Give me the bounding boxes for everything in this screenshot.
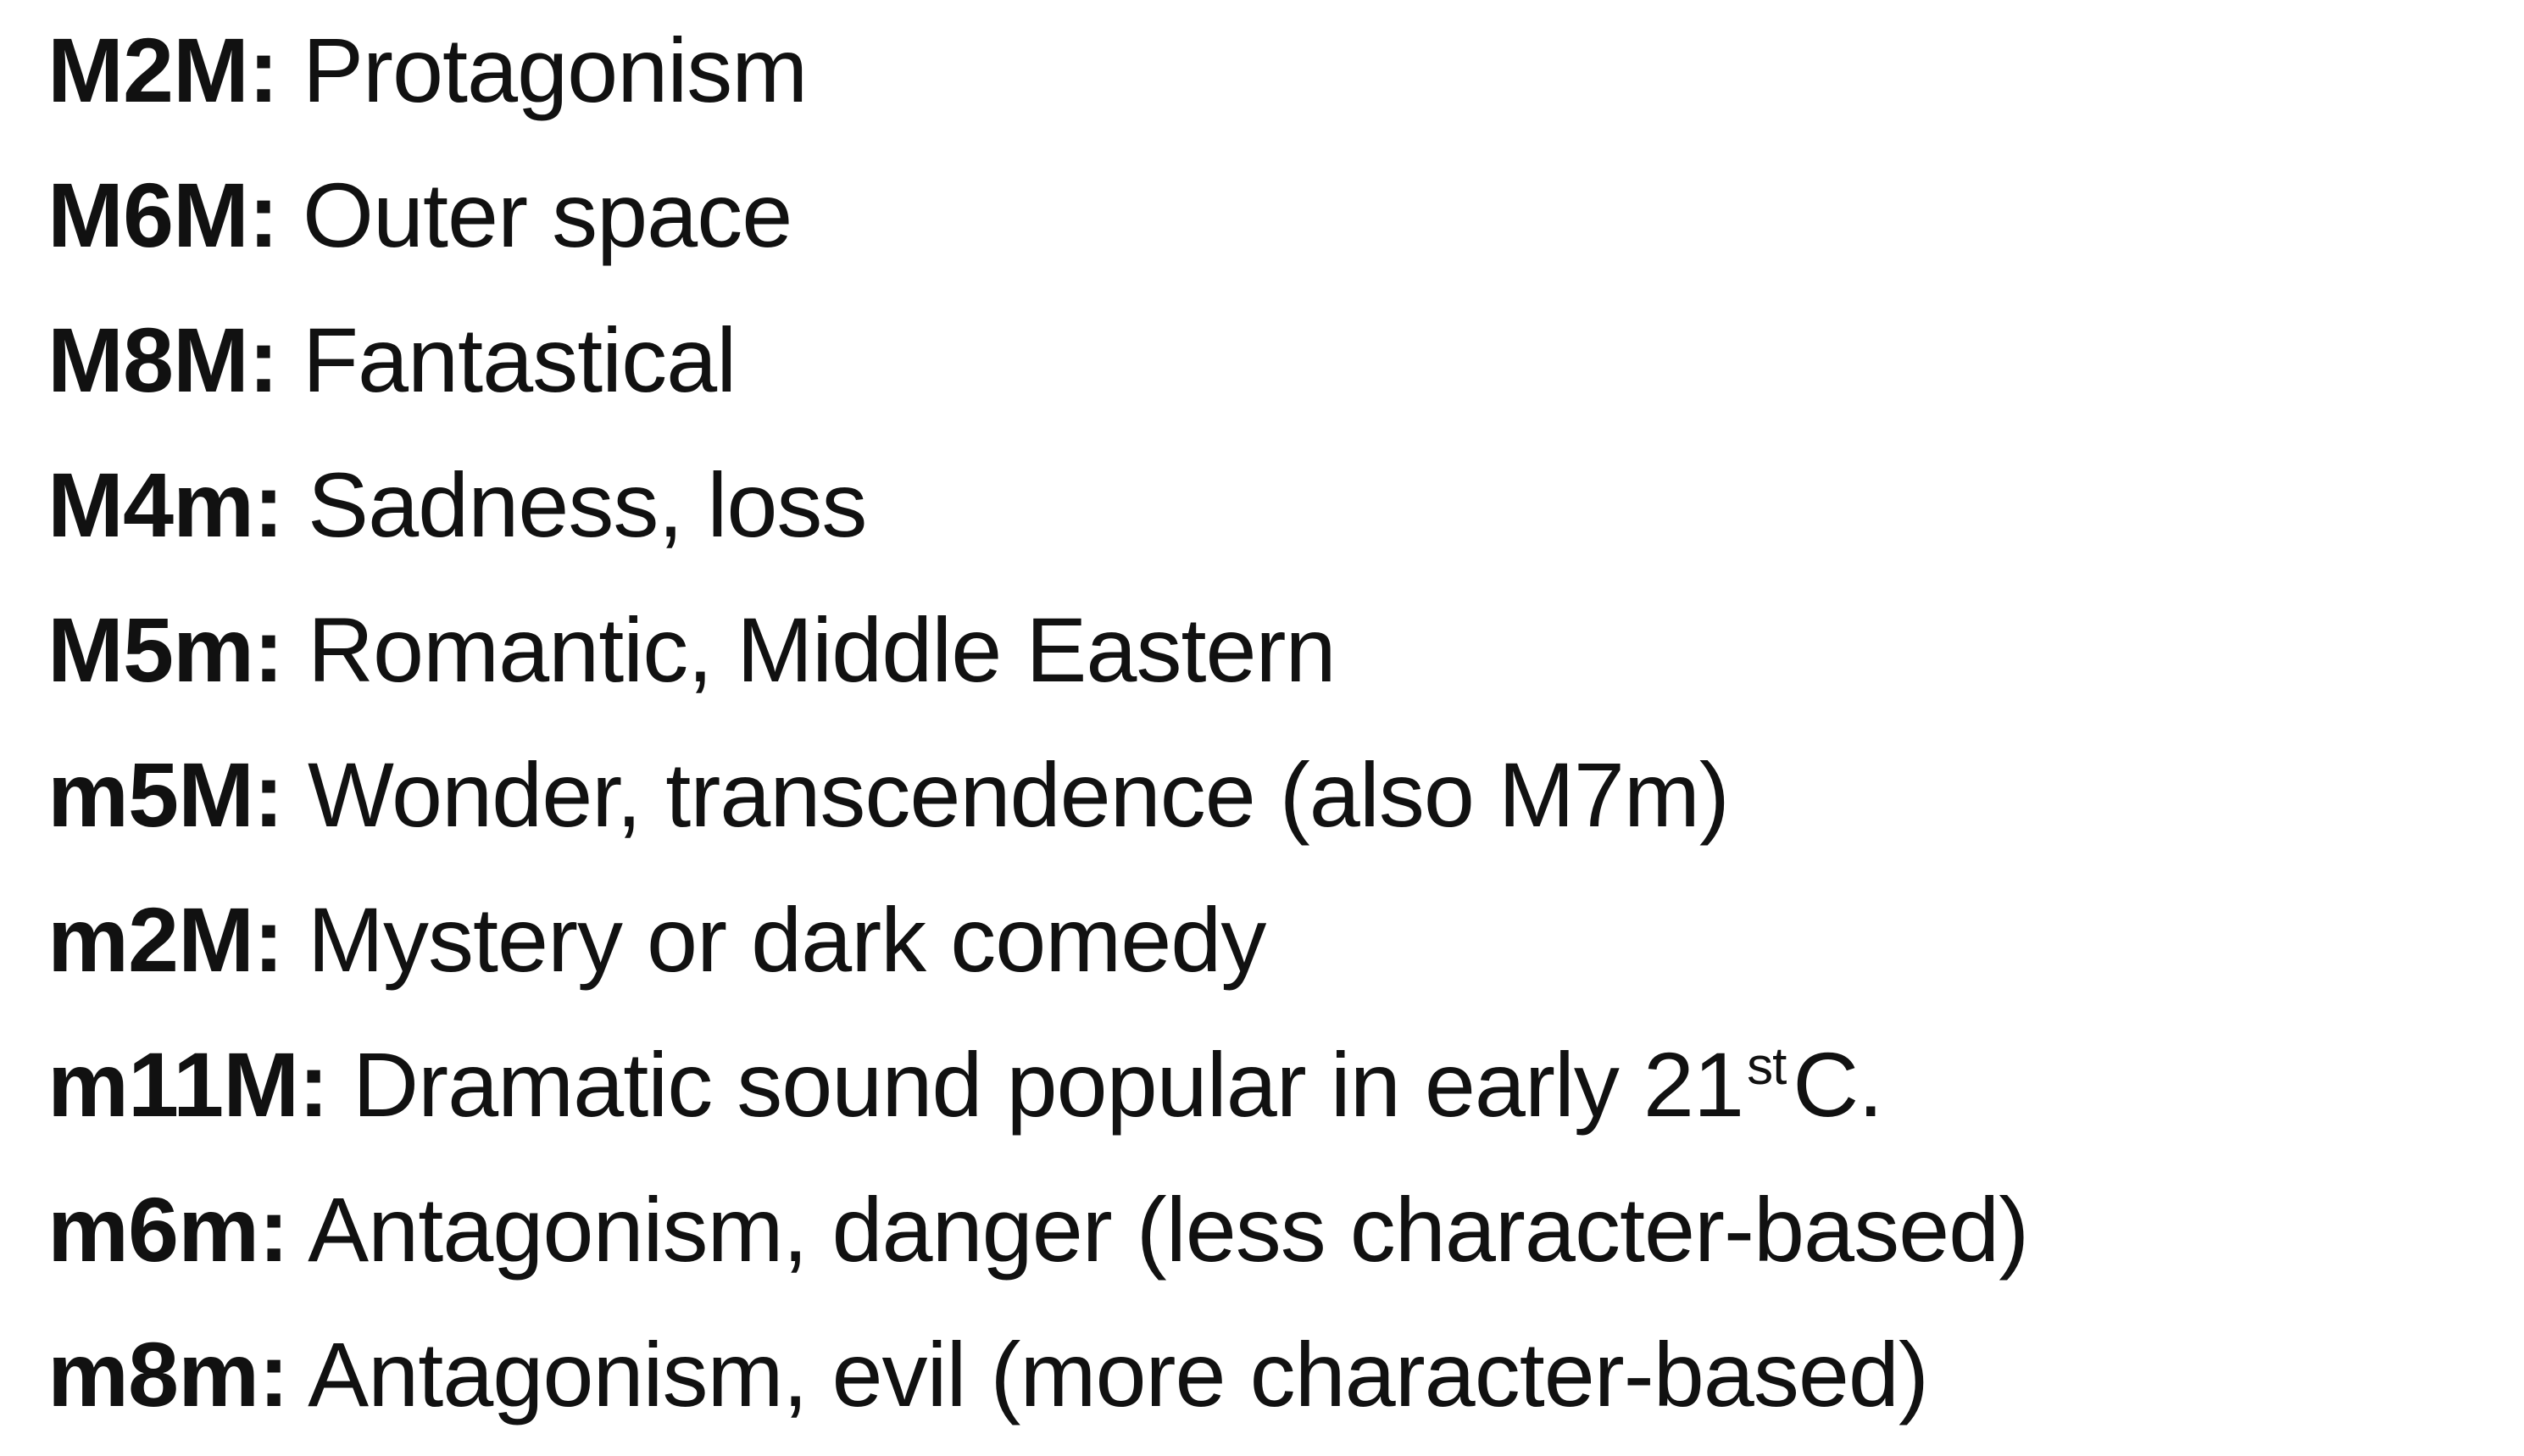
list-item-minor-11-major: m11M: Dramatic sound popular in early 21…	[47, 1021, 2028, 1166]
chord-code: M5m:	[47, 598, 284, 701]
chord-code: m5M:	[47, 743, 284, 846]
chord-description: Fantastical	[302, 308, 737, 411]
chord-code: M2M:	[47, 19, 279, 121]
list-item-minor-8-minor: m8m: Antagonism, evil (more character-ba…	[47, 1311, 2028, 1456]
chord-description: Mystery or dark comedy	[308, 888, 1266, 991]
chord-description: Sadness, loss	[308, 453, 867, 556]
list-item-m4m: M4m: Sadness, loss	[47, 442, 2028, 586]
chord-description: Antagonism, evil (more character-based)	[308, 1323, 1929, 1425]
list-item-minor-6-minor: m6m: Antagonism, danger (less character-…	[47, 1166, 2029, 1311]
chord-description-suffix: C.	[1793, 1033, 1883, 1136]
chord-description: Antagonism, danger (less character-based…	[308, 1178, 2029, 1281]
chord-description: Romantic, Middle Eastern	[308, 598, 1337, 701]
list-item-minor-2-major: m2M: Mystery or dark comedy	[47, 876, 2028, 1021]
chord-code: M8M:	[47, 308, 279, 411]
chord-code: m11M:	[47, 1033, 329, 1136]
list-item-m2m-major: M2M: Protagonism	[47, 7, 2028, 152]
list-item-m8m-major: M8M: Fantastical	[47, 297, 2028, 442]
list-item-m6m-major: M6M: Outer space	[47, 152, 2028, 297]
chord-code: m6m:	[47, 1178, 289, 1281]
chord-code: M4m:	[47, 453, 284, 556]
chord-code: M6M:	[47, 164, 279, 266]
chord-description: Wonder, transcendence (also M7m)	[308, 743, 1730, 846]
chord-description: Protagonism	[302, 19, 808, 121]
chord-code: m8m:	[47, 1323, 289, 1425]
chord-meaning-list: M2M: Protagonism M6M: Outer space M8M: F…	[47, 7, 2029, 1456]
chord-description: Outer space	[302, 164, 792, 266]
chord-description: Dramatic sound popular in early 21	[353, 1033, 1744, 1136]
ordinal-superscript: st	[1747, 1036, 1787, 1096]
list-item-minor-5-major: m5M: Wonder, transcendence (also M7m)	[47, 731, 2028, 876]
chord-code: m2M:	[47, 888, 284, 991]
list-item-m5m: M5m: Romantic, Middle Eastern	[47, 586, 2028, 731]
